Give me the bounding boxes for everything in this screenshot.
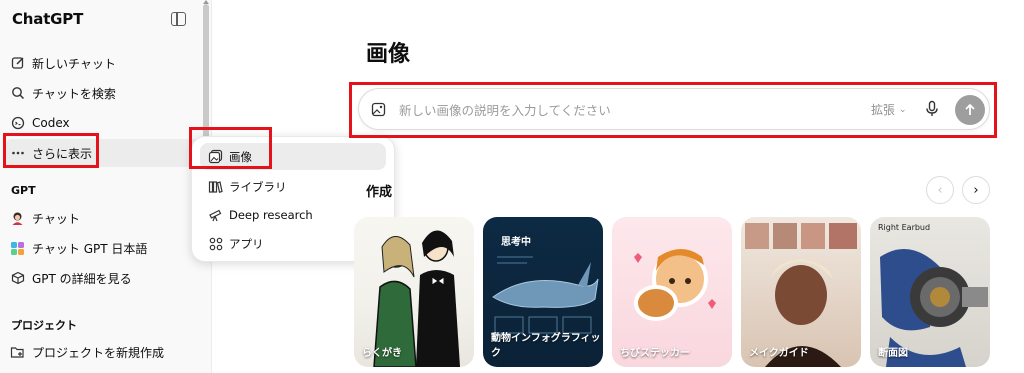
popup-item-label: Deep research <box>229 207 313 222</box>
sidebar-item-label: GPT の詳細を見る <box>32 271 132 286</box>
popup-item-label: ライブラリ <box>229 179 287 194</box>
sidebar-item-gpt-chat[interactable]: チャット <box>0 204 200 232</box>
create-section-heading: 作成 <box>366 185 393 200</box>
arrow-up-icon <box>965 103 975 115</box>
edit-icon <box>10 56 25 71</box>
cube-icon <box>10 271 25 286</box>
style-card-rakugaki[interactable]: らくがき <box>354 217 474 367</box>
card-label: 動物インフォグラフィック <box>491 333 601 359</box>
sidebar-item-search-chats[interactable]: チャットを検索 <box>0 79 200 107</box>
expand-label: 拡張 <box>871 103 896 117</box>
sidebar-item-gpt-japanese[interactable]: チャット GPT 日本語 <box>0 234 200 262</box>
image-prompt-input[interactable] <box>399 100 839 120</box>
chevron-right-icon: › <box>973 182 979 198</box>
sidebar-item-new-project[interactable]: プロジェクトを新規作成 <box>0 338 200 366</box>
carousel-prev-button[interactable]: ‹ <box>926 176 954 204</box>
card-label: メイクガイド <box>749 348 809 359</box>
brand-title: ChatGPT <box>12 10 84 28</box>
section-title-projects: プロジェクト <box>11 319 77 332</box>
sidebar-item-new-chat[interactable]: 新しいチャット <box>0 49 200 77</box>
sidebar-item-codex[interactable]: Codex <box>0 109 200 137</box>
sidebar-item-label: さらに表示 <box>32 146 93 161</box>
microphone-icon[interactable] <box>925 100 939 122</box>
chevron-left-icon: ‹ <box>937 182 943 198</box>
sidebar-item-label: 新しいチャット <box>32 56 116 71</box>
gpt-avatar-icon <box>10 211 25 226</box>
card-top-label: Right Earbud <box>878 223 931 232</box>
chevron-down-icon: ⌄ <box>899 104 907 115</box>
sidebar-item-label: チャットを検索 <box>32 86 116 101</box>
telescope-icon <box>208 207 223 222</box>
image-upload-icon[interactable] <box>371 102 386 121</box>
gpt-colorful-icon <box>10 241 25 256</box>
card-label: ちびステッカー <box>620 348 690 359</box>
images-icon <box>208 149 223 164</box>
sidebar-scrollbar[interactable] <box>203 4 209 149</box>
card-label: らくがき <box>362 348 402 359</box>
style-card-makeup-guide[interactable]: メイクガイド <box>741 217 861 367</box>
sidebar-item-label: チャット <box>32 211 80 226</box>
sidebar-item-label: プロジェクトを新規作成 <box>32 345 165 360</box>
card-top-label: 思考中 <box>501 237 531 248</box>
style-card-animal-infographic[interactable]: 思考中 動物インフォグラフィック <box>483 217 603 367</box>
section-title-gpt: GPT <box>11 184 36 197</box>
page-title: 画像 <box>366 42 411 67</box>
sidebar-item-explore-gpts[interactable]: GPT の詳細を見る <box>0 264 200 292</box>
sidebar-toggle-icon[interactable] <box>171 12 186 26</box>
library-icon <box>208 179 223 194</box>
sidebar-item-show-more[interactable]: さらに表示 <box>4 139 210 167</box>
style-card-chibi-sticker[interactable]: ちびステッカー <box>612 217 732 367</box>
style-card-cross-section[interactable]: Right Earbud 断面図 <box>870 217 990 367</box>
image-prompt-bar: 拡張 ⌄ <box>358 88 990 130</box>
codex-icon <box>10 116 25 131</box>
search-icon <box>10 86 25 101</box>
popup-item-label: 画像 <box>229 149 252 164</box>
carousel-next-button[interactable]: › <box>962 176 990 204</box>
sidebar-item-label: Codex <box>32 116 70 130</box>
card-label: 断面図 <box>878 348 908 359</box>
popup-item-images[interactable]: 画像 <box>200 143 386 170</box>
apps-grid-icon <box>208 236 223 251</box>
popup-item-label: アプリ <box>229 236 264 251</box>
more-dots-icon <box>10 146 25 161</box>
send-button[interactable] <box>955 95 985 125</box>
popup-item-library[interactable]: ライブラリ <box>200 173 386 200</box>
sidebar-item-label: チャット GPT 日本語 <box>32 241 148 256</box>
folder-plus-icon <box>10 345 25 360</box>
sidebar: ChatGPT 新しいチャット チャットを検索 Codex さらに表示 GPT … <box>0 0 212 373</box>
expand-dropdown[interactable]: 拡張 ⌄ <box>871 101 907 118</box>
